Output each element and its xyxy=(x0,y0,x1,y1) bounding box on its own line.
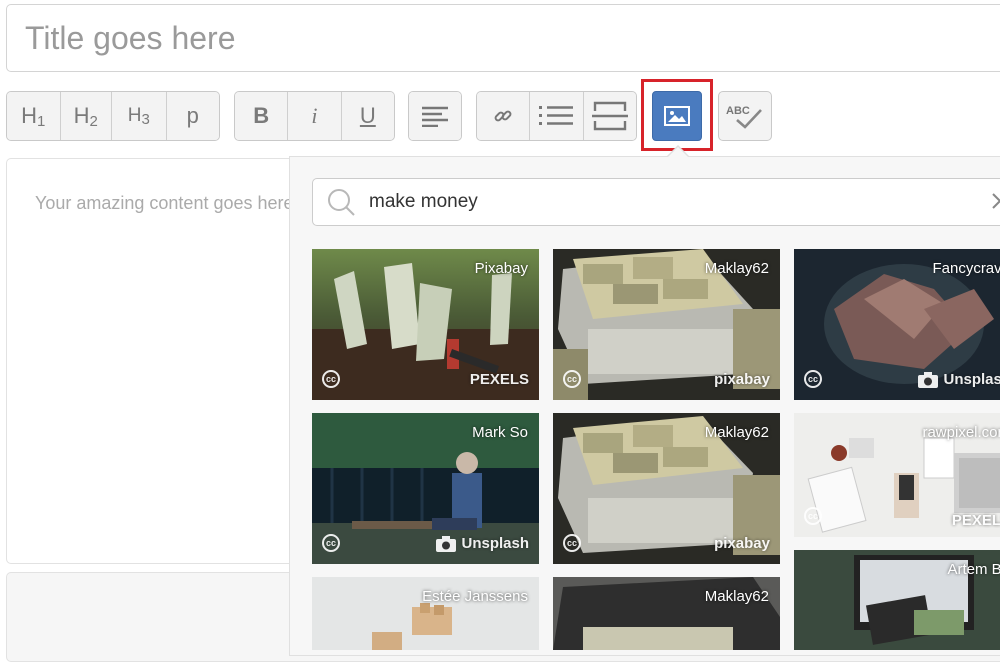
align-button-group xyxy=(408,91,462,141)
insert-button-group xyxy=(476,91,637,141)
image-credit: Maklay62 xyxy=(704,424,769,441)
image-source: Unsplash xyxy=(461,535,529,552)
image-result[interactable]: Fancycrave cc Unsplash xyxy=(794,249,1000,400)
heading-2-label: H xyxy=(73,102,90,128)
image-result[interactable]: Artem Ba xyxy=(794,550,1000,650)
close-icon[interactable] xyxy=(989,190,1000,212)
bullet-list-button[interactable] xyxy=(530,92,584,140)
image-result[interactable]: Pixabay cc PEXELS xyxy=(312,249,539,400)
horizontal-rule-button[interactable] xyxy=(583,92,636,140)
image-result[interactable]: Maklay62 cc pixabay xyxy=(553,249,780,400)
content-placeholder: Your amazing content goes here xyxy=(35,193,294,213)
spellcheck-button[interactable]: ABC xyxy=(718,91,772,141)
image-search-input[interactable] xyxy=(369,179,969,225)
image-result[interactable]: Maklay62 cc pixabay xyxy=(553,413,780,564)
popup-arrow-inner xyxy=(668,147,688,157)
title-input[interactable] xyxy=(7,5,1000,71)
link-icon xyxy=(494,110,512,122)
image-result[interactable]: Maklay62 xyxy=(553,577,780,650)
heading-1-label: H xyxy=(21,102,38,128)
insert-image-button[interactable] xyxy=(652,91,702,141)
image-credit: Maklay62 xyxy=(704,588,769,605)
horizontal-rule-icon xyxy=(591,101,628,131)
image-credit: rawpixel.com xyxy=(922,424,1000,441)
paragraph-button[interactable]: p xyxy=(166,92,219,140)
heading-2-button[interactable]: H2 xyxy=(60,92,113,140)
creative-commons-icon: cc xyxy=(804,370,822,388)
heading-1-sub: 1 xyxy=(37,112,46,130)
spellcheck-icon: ABC xyxy=(726,105,762,129)
image-source: pixabay xyxy=(714,535,770,552)
camera-icon xyxy=(436,535,457,552)
creative-commons-icon: cc xyxy=(322,534,340,552)
image-credit: Estée Janssens xyxy=(422,588,528,605)
heading-1-button[interactable]: H1 xyxy=(7,92,61,140)
image-result[interactable]: Estée Janssens xyxy=(312,577,539,650)
title-field[interactable] xyxy=(6,4,1000,72)
image-source: Unsplash xyxy=(943,371,1000,388)
align-left-button[interactable] xyxy=(409,92,461,140)
image-source: PEXELS xyxy=(469,371,529,388)
image-credit: Maklay62 xyxy=(704,260,769,277)
image-source: PEXELS xyxy=(951,512,1000,529)
creative-commons-icon: cc xyxy=(563,534,581,552)
heading-3-label: H xyxy=(127,104,142,126)
link-button[interactable] xyxy=(477,92,531,140)
camera-icon xyxy=(918,371,939,388)
bullet-list-icon xyxy=(539,106,574,125)
format-button-group: B i U xyxy=(234,91,395,141)
image-source-unsplash: Unsplash xyxy=(436,535,529,552)
underline-label: U xyxy=(359,103,376,128)
image-credit: Mark So xyxy=(472,424,528,441)
creative-commons-icon: cc xyxy=(804,507,822,525)
italic-label: i xyxy=(311,103,318,128)
image-source-unsplash: Unsplash xyxy=(918,371,1000,388)
creative-commons-icon: cc xyxy=(322,370,340,388)
paragraph-label: p xyxy=(186,103,199,128)
heading-button-group: H1 H2 H3 p xyxy=(6,91,220,141)
image-search-bar xyxy=(312,178,1000,226)
search-icon xyxy=(328,189,355,216)
heading-3-sub: 3 xyxy=(141,110,150,128)
image-result[interactable]: Mark So cc Unsplash xyxy=(312,413,539,564)
creative-commons-icon: cc xyxy=(563,370,581,388)
italic-button[interactable]: i xyxy=(288,92,342,140)
image-credit: Pixabay xyxy=(474,260,528,277)
underline-button[interactable]: U xyxy=(341,92,394,140)
image-icon xyxy=(664,106,690,126)
bold-label: B xyxy=(253,103,270,128)
image-source: pixabay xyxy=(714,371,770,388)
svg-text:ABC: ABC xyxy=(726,105,750,117)
align-left-icon xyxy=(422,106,448,127)
bold-button[interactable]: B xyxy=(235,92,289,140)
heading-3-button[interactable]: H3 xyxy=(112,92,167,140)
image-credit: Artem Ba xyxy=(947,561,1000,578)
image-credit: Fancycrave xyxy=(932,260,1000,277)
image-button-highlight xyxy=(641,79,713,151)
heading-2-sub: 2 xyxy=(89,112,98,130)
image-result[interactable]: rawpixel.com cc PEXELS xyxy=(794,413,1000,537)
